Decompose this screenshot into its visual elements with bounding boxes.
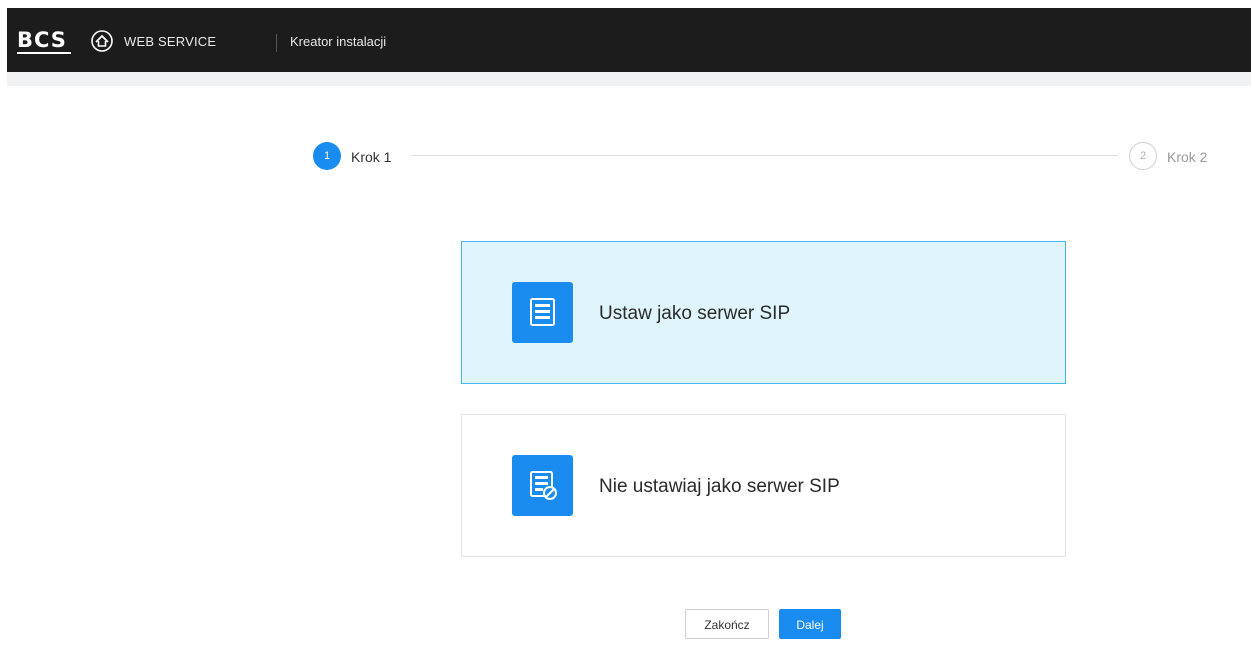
step-connector-line <box>412 155 1118 156</box>
option-label: Nie ustawiaj jako serwer SIP <box>599 476 840 497</box>
server-icon <box>512 282 573 343</box>
step-2-indicator: 2 <box>1129 142 1157 170</box>
header-divider <box>276 34 277 52</box>
sub-header-strip <box>7 72 1251 86</box>
brand-title: WEB SERVICE <box>124 34 217 49</box>
wizard-stepper: 1 Krok 1 2 Krok 2 <box>0 140 1251 174</box>
bcs-logo: BCS <box>17 28 67 52</box>
option-no-sip-server[interactable]: Nie ustawiaj jako serwer SIP <box>461 414 1066 557</box>
top-header-bar: BCS WEB SERVICE Kreator instalacji <box>7 8 1251 72</box>
server-disabled-icon <box>512 455 573 516</box>
step-1-indicator: 1 <box>313 142 341 170</box>
next-button[interactable]: Dalej <box>779 609 841 639</box>
finish-button[interactable]: Zakończ <box>685 609 769 639</box>
logo-underline <box>17 52 71 54</box>
step-1-label: Krok 1 <box>351 149 392 165</box>
page-title: Kreator instalacji <box>290 34 387 49</box>
option-label: Ustaw jako serwer SIP <box>599 303 791 324</box>
home-icon[interactable] <box>91 30 113 52</box>
page-edge <box>0 0 7 655</box>
step-2-label: Krok 2 <box>1167 149 1208 165</box>
option-set-sip-server[interactable]: Ustaw jako serwer SIP <box>461 241 1066 384</box>
